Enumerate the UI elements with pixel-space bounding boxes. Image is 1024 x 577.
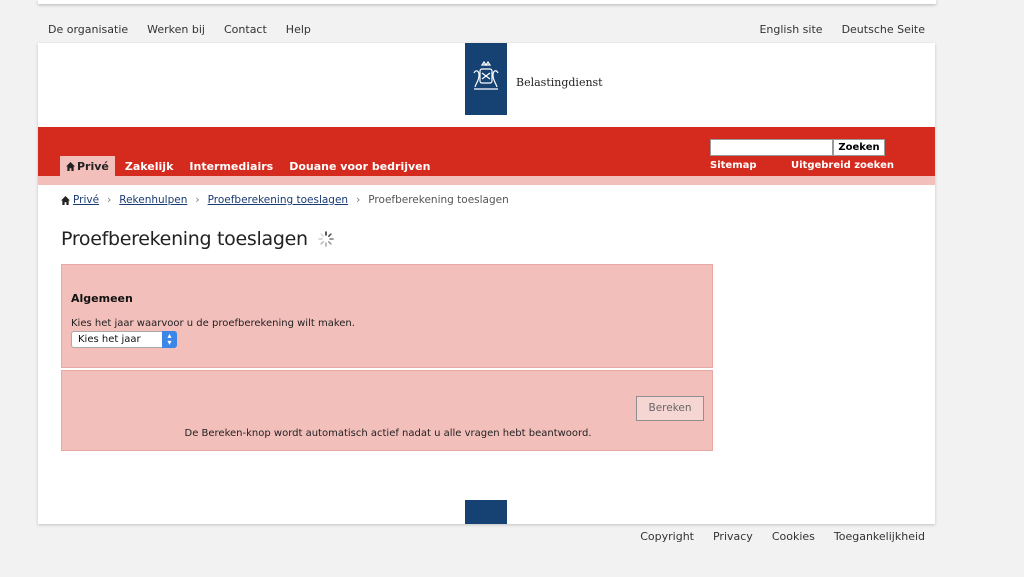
tab-intermediairs[interactable]: Intermediairs: [183, 156, 279, 176]
util-link-contact[interactable]: Contact: [224, 23, 267, 36]
sitemap-link[interactable]: Sitemap: [710, 160, 757, 171]
search-input[interactable]: [710, 139, 833, 156]
util-link-help[interactable]: Help: [286, 23, 311, 36]
house-icon: [66, 162, 75, 171]
util-link-organisatie[interactable]: De organisatie: [48, 23, 128, 36]
footer-link-copyright[interactable]: Copyright: [640, 530, 694, 543]
calculate-button[interactable]: Bereken: [636, 396, 704, 421]
breadcrumb-prive[interactable]: Privé: [73, 194, 99, 206]
footer-link-privacy[interactable]: Privacy: [713, 530, 753, 543]
loading-spinner-icon: [318, 231, 334, 247]
tab-douane[interactable]: Douane voor bedrijven: [283, 156, 436, 176]
tab-zakelijk[interactable]: Zakelijk: [119, 156, 180, 176]
nav-strip: [38, 176, 935, 185]
logo-text[interactable]: Belastingdienst: [516, 76, 603, 89]
chevron-right-icon: ›: [356, 194, 361, 206]
util-link-deutsch[interactable]: Deutsche Seite: [842, 23, 925, 36]
breadcrumb-rekenhulpen[interactable]: Rekenhulpen: [119, 194, 187, 206]
advanced-search-link[interactable]: Uitgebreid zoeken: [791, 160, 894, 171]
main-nav-tabs: Privé Zakelijk Intermediairs Douane voor…: [60, 156, 440, 176]
select-arrows-icon: ▴ ▾: [162, 331, 177, 348]
footer-link-cookies[interactable]: Cookies: [772, 530, 815, 543]
tab-prive-label: Privé: [77, 160, 109, 173]
page-title: Proefberekening toeslagen: [61, 228, 308, 250]
year-question-label: Kies het jaar waarvoor u de proefbereken…: [71, 318, 355, 329]
utility-nav-left: De organisatie Werken bij Contact Help: [48, 23, 330, 36]
house-icon: [61, 195, 70, 205]
year-select[interactable]: Kies het jaar ▴ ▾: [71, 331, 177, 348]
tab-prive[interactable]: Privé: [60, 156, 115, 176]
search-button[interactable]: Zoeken: [833, 139, 885, 156]
calculate-note: De Bereken-knop wordt automatisch actief…: [184, 428, 592, 439]
breadcrumb-proefberekening-link[interactable]: Proefberekening toeslagen: [208, 194, 348, 206]
util-link-english[interactable]: English site: [759, 23, 822, 36]
chevron-right-icon: ›: [107, 194, 112, 206]
top-edge: [38, 0, 936, 4]
chevron-right-icon: ›: [195, 194, 200, 206]
footer-link-toegankelijkheid[interactable]: Toegankelijkheid: [834, 530, 925, 543]
year-select-value: Kies het jaar: [78, 334, 141, 345]
section-title: Algemeen: [71, 292, 133, 305]
breadcrumb-current: Proefberekening toeslagen: [368, 194, 509, 206]
breadcrumb: Privé › Rekenhulpen › Proefberekening to…: [61, 194, 509, 206]
footer-logo-block: [465, 500, 507, 524]
coat-of-arms-icon: [473, 61, 499, 90]
utility-nav-right: English site Deutsche Seite: [740, 23, 925, 36]
util-link-werken-bij[interactable]: Werken bij: [147, 23, 205, 36]
form-section-algemeen: Algemeen Kies het jaar waarvoor u de pro…: [61, 264, 713, 368]
form-actions: Bereken De Bereken-knop wordt automatisc…: [61, 370, 713, 451]
footer-links: Copyright Privacy Cookies Toegankelijkheid: [621, 530, 925, 543]
page-container: Belastingdienst Privé Zakelijk Intermedi…: [38, 43, 935, 524]
logo-block[interactable]: [465, 43, 507, 115]
